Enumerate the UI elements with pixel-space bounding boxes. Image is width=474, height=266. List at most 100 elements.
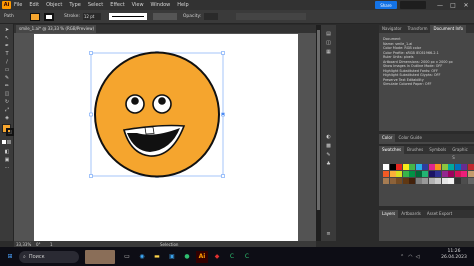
color-swatch[interactable] bbox=[435, 171, 441, 177]
color-swatch[interactable] bbox=[448, 164, 454, 170]
color-swatch[interactable] bbox=[461, 164, 467, 170]
color-swatch[interactable] bbox=[448, 171, 454, 177]
color-swatch[interactable] bbox=[402, 164, 409, 170]
color-swatch[interactable] bbox=[396, 164, 402, 170]
properties-icon[interactable]: ▤ bbox=[325, 30, 332, 37]
selection-tool-icon[interactable]: ➤ bbox=[2, 26, 12, 33]
menu-view[interactable]: View bbox=[132, 2, 144, 8]
share-button[interactable]: Share bbox=[375, 1, 397, 9]
type-tool-icon[interactable]: T bbox=[2, 50, 12, 57]
tab-transform[interactable]: Transform bbox=[405, 25, 431, 33]
system-tray[interactable]: ⌃ ◠ ◁ bbox=[400, 247, 424, 266]
volume-icon[interactable]: ◁ bbox=[416, 254, 420, 260]
store-icon[interactable]: ▣ bbox=[166, 251, 178, 263]
color-swatch[interactable] bbox=[441, 178, 448, 184]
tab-color-guide[interactable]: Color Guide bbox=[395, 134, 424, 142]
opacity-label[interactable]: Opacity: bbox=[183, 14, 202, 19]
zoom-level[interactable]: 33,33% bbox=[16, 242, 36, 247]
color-swatch[interactable] bbox=[389, 178, 396, 184]
shape-builder-tool-icon[interactable]: ◈ bbox=[2, 114, 12, 121]
color-swatch[interactable] bbox=[389, 164, 396, 170]
rotation-value[interactable]: 0° bbox=[36, 242, 50, 247]
tab-asset-export[interactable]: Asset Export bbox=[424, 210, 455, 218]
color-swatch[interactable] bbox=[409, 164, 415, 170]
pen-tool-icon[interactable]: ✒ bbox=[2, 42, 12, 49]
search-input[interactable] bbox=[400, 1, 426, 9]
clock[interactable]: 11:26 26.04.2023 bbox=[438, 249, 470, 261]
symbols-dock-icon[interactable]: ♣ bbox=[325, 160, 332, 167]
color-swatch[interactable] bbox=[461, 178, 467, 184]
color-swatch[interactable] bbox=[409, 178, 415, 184]
document-tab[interactable]: smile_1.ai* @ 33,33 % (RGB/Preview) × bbox=[16, 25, 96, 39]
wifi-icon[interactable]: ◠ bbox=[408, 254, 412, 260]
tab-graphic-styles[interactable]: Graphic S bbox=[449, 146, 474, 160]
minimize-button[interactable]: — bbox=[434, 0, 446, 10]
color-swatch[interactable] bbox=[454, 178, 461, 184]
artboard-number[interactable]: 1 bbox=[50, 242, 160, 247]
taskbar-search[interactable]: ⌕ Поиск bbox=[19, 250, 79, 263]
color-swatch[interactable] bbox=[435, 164, 441, 170]
layers-dock-icon[interactable]: ◫ bbox=[325, 39, 332, 46]
color-swatch[interactable] bbox=[402, 178, 409, 184]
color-swatch[interactable] bbox=[435, 178, 441, 184]
gradient-mode-icon[interactable] bbox=[7, 140, 11, 144]
tab-symbols[interactable]: Symbols bbox=[426, 146, 449, 154]
fill-color-swatch[interactable] bbox=[30, 12, 40, 21]
menu-select[interactable]: Select bbox=[88, 2, 103, 8]
more-tools-icon[interactable]: ⋯ bbox=[2, 164, 12, 171]
menu-window[interactable]: Window bbox=[151, 2, 171, 8]
stroke-color-swatch[interactable] bbox=[44, 12, 54, 21]
app-icon[interactable]: ● bbox=[181, 251, 193, 263]
color-swatch[interactable] bbox=[383, 178, 389, 184]
close-button[interactable]: ✕ bbox=[460, 0, 472, 10]
libraries-icon[interactable]: ▦ bbox=[325, 48, 332, 55]
color-swatch[interactable] bbox=[396, 171, 402, 177]
tab-brushes[interactable]: Brushes bbox=[404, 146, 426, 154]
menu-help[interactable]: Help bbox=[177, 2, 188, 8]
color-swatch[interactable] bbox=[422, 178, 428, 184]
brush-dropdown[interactable] bbox=[152, 13, 177, 20]
eraser-tool-icon[interactable]: ◫ bbox=[2, 90, 12, 97]
pencil-tool-icon[interactable]: ✏ bbox=[2, 82, 12, 89]
canvas-area[interactable] bbox=[14, 33, 316, 241]
color-swatch[interactable] bbox=[448, 178, 454, 184]
stroke-profile-dropdown[interactable] bbox=[108, 13, 147, 20]
color-swatch[interactable] bbox=[454, 164, 461, 170]
tab-color[interactable]: Color bbox=[379, 134, 396, 142]
color-swatch[interactable] bbox=[402, 171, 409, 177]
color-swatch[interactable] bbox=[422, 164, 428, 170]
color-swatch[interactable] bbox=[389, 171, 396, 177]
brushes-dock-icon[interactable]: ✎ bbox=[325, 151, 332, 158]
color-swatch[interactable] bbox=[415, 178, 422, 184]
color-mode-icon[interactable] bbox=[2, 140, 6, 144]
color-swatch[interactable] bbox=[428, 164, 435, 170]
menu-type[interactable]: Type bbox=[69, 2, 80, 8]
pdf-app-icon[interactable]: ◆ bbox=[211, 251, 223, 263]
windows-start-icon[interactable]: ⊞ bbox=[4, 251, 16, 263]
color-swatch[interactable] bbox=[461, 171, 467, 177]
paintbrush-tool-icon[interactable]: ✎ bbox=[2, 74, 12, 81]
stroke-weight-field[interactable]: 12 pt bbox=[82, 13, 101, 20]
swatch-grid[interactable] bbox=[379, 154, 474, 204]
color-swatch[interactable] bbox=[467, 171, 474, 177]
rectangle-tool-icon[interactable]: ▭ bbox=[2, 66, 12, 73]
color-swatch[interactable] bbox=[415, 164, 422, 170]
color-dock-icon[interactable]: ◐ bbox=[325, 133, 332, 140]
color-swatch[interactable] bbox=[422, 171, 428, 177]
illustrator-taskbar-icon[interactable]: Ai bbox=[196, 250, 208, 263]
green-app-icon-2[interactable]: C bbox=[241, 251, 253, 263]
color-swatch[interactable] bbox=[409, 171, 415, 177]
color-swatch[interactable] bbox=[383, 171, 389, 177]
swatches-dock-icon[interactable]: ▩ bbox=[325, 142, 332, 149]
color-swatch[interactable] bbox=[383, 164, 389, 170]
menu-object[interactable]: Object bbox=[46, 2, 62, 8]
color-swatch[interactable] bbox=[415, 171, 422, 177]
color-swatch[interactable] bbox=[467, 164, 474, 170]
scrollbar-thumb[interactable] bbox=[317, 30, 320, 210]
menu-edit[interactable]: Edit bbox=[29, 2, 39, 8]
smiley-artwork[interactable] bbox=[34, 34, 298, 241]
tab-swatches[interactable]: Swatches bbox=[379, 146, 405, 154]
color-swatch[interactable] bbox=[467, 178, 474, 184]
tab-document-info[interactable]: Document Info bbox=[430, 25, 467, 33]
stroke-swatch-large[interactable] bbox=[6, 128, 14, 136]
